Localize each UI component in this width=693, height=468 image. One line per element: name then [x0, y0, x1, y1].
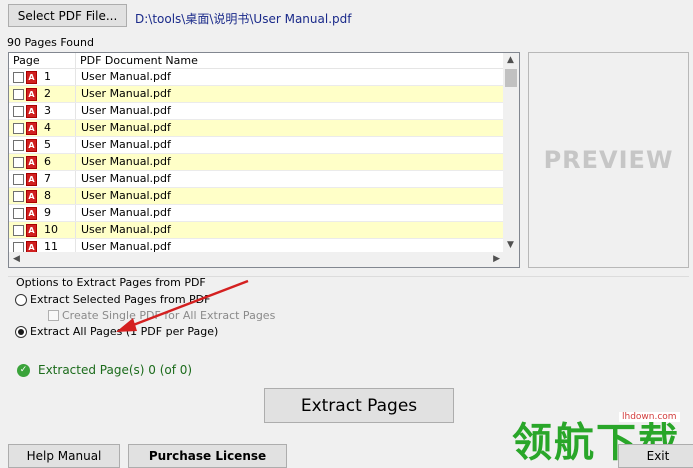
row-document-name: User Manual.pdf: [81, 223, 171, 236]
row-checkbox[interactable]: [13, 208, 24, 219]
row-page-number: 2: [44, 87, 51, 100]
row-checkbox[interactable]: [13, 72, 24, 83]
list-row[interactable]: A 4 User Manual.pdf: [9, 120, 504, 137]
horizontal-scrollbar[interactable]: ◀ ▶: [9, 252, 504, 267]
column-divider: [75, 154, 76, 170]
row-document-name: User Manual.pdf: [81, 70, 171, 83]
list-row[interactable]: A 1 User Manual.pdf: [9, 69, 504, 86]
column-divider: [75, 86, 76, 102]
purchase-license-button[interactable]: Purchase License: [128, 444, 287, 468]
column-divider: [75, 222, 76, 238]
row-page-number: 6: [44, 155, 51, 168]
column-divider: [75, 239, 76, 252]
row-checkbox[interactable]: [13, 89, 24, 100]
preview-pane: PREVIEW: [528, 52, 689, 268]
help-manual-button[interactable]: Help Manual: [8, 444, 120, 468]
pages-found-label: 90 Pages Found: [7, 36, 94, 49]
pages-list[interactable]: Page PDF Document Name A 1 User Manual.pdf…: [8, 52, 520, 268]
pdf-file-icon: A: [26, 105, 37, 118]
row-checkbox[interactable]: [13, 174, 24, 185]
column-divider: [75, 120, 76, 136]
list-row[interactable]: A 5 User Manual.pdf: [9, 137, 504, 154]
row-page-number: 10: [44, 223, 58, 236]
pdf-file-icon: A: [26, 156, 37, 169]
radio-extract-selected[interactable]: [15, 294, 27, 306]
pdf-file-icon: A: [26, 224, 37, 237]
list-row[interactable]: A 10 User Manual.pdf: [9, 222, 504, 239]
list-header: Page PDF Document Name: [9, 53, 504, 69]
scroll-down-icon[interactable]: ▼: [507, 240, 514, 250]
row-document-name: User Manual.pdf: [81, 138, 171, 151]
row-checkbox[interactable]: [13, 106, 24, 117]
row-checkbox[interactable]: [13, 157, 24, 168]
scroll-right-icon[interactable]: ▶: [493, 254, 500, 264]
row-checkbox[interactable]: [13, 225, 24, 236]
row-document-name: User Manual.pdf: [81, 121, 171, 134]
row-document-name: User Manual.pdf: [81, 172, 171, 185]
list-rows: A 1 User Manual.pdf A 2 User Manual.pdf A 3 User…: [9, 69, 504, 252]
row-document-name: User Manual.pdf: [81, 206, 171, 219]
success-check-icon: ✓: [17, 364, 30, 377]
column-divider: [75, 137, 76, 153]
radio-extract-all[interactable]: [15, 326, 27, 338]
list-row[interactable]: A 11 User Manual.pdf: [9, 239, 504, 252]
column-divider: [75, 103, 76, 119]
list-row[interactable]: A 2 User Manual.pdf: [9, 86, 504, 103]
column-divider: [75, 171, 76, 187]
radio-selected-dot: [18, 329, 24, 335]
row-page-number: 7: [44, 172, 51, 185]
row-document-name: User Manual.pdf: [81, 240, 171, 252]
select-pdf-button[interactable]: Select PDF File...: [8, 4, 127, 27]
row-checkbox[interactable]: [13, 191, 24, 202]
exit-button[interactable]: Exit: [618, 444, 693, 468]
pdf-file-icon: A: [26, 122, 37, 135]
row-checkbox[interactable]: [13, 123, 24, 134]
row-page-number: 4: [44, 121, 51, 134]
row-checkbox[interactable]: [13, 242, 24, 252]
row-checkbox[interactable]: [13, 140, 24, 151]
pdf-file-icon: A: [26, 190, 37, 203]
list-row[interactable]: A 6 User Manual.pdf: [9, 154, 504, 171]
pdf-file-icon: A: [26, 241, 37, 252]
row-page-number: 11: [44, 240, 58, 252]
row-document-name: User Manual.pdf: [81, 104, 171, 117]
vertical-scrollbar[interactable]: ▲ ▼: [503, 53, 519, 252]
pdf-file-icon: A: [26, 88, 37, 101]
list-row[interactable]: A 7 User Manual.pdf: [9, 171, 504, 188]
scroll-thumb[interactable]: [505, 69, 517, 87]
pdf-file-icon: A: [26, 173, 37, 186]
list-row[interactable]: A 9 User Manual.pdf: [9, 205, 504, 222]
preview-label: PREVIEW: [543, 146, 674, 174]
single-pdf-checkbox[interactable]: [48, 310, 59, 321]
row-document-name: User Manual.pdf: [81, 189, 171, 202]
row-page-number: 9: [44, 206, 51, 219]
watermark-url: lhdown.com: [619, 412, 680, 422]
list-row[interactable]: A 8 User Manual.pdf: [9, 188, 504, 205]
extract-pages-button[interactable]: Extract Pages: [264, 388, 454, 423]
column-header-name[interactable]: PDF Document Name: [76, 53, 504, 68]
column-divider: [75, 69, 76, 85]
row-page-number: 3: [44, 104, 51, 117]
scroll-corner: [503, 252, 519, 267]
scroll-left-icon[interactable]: ◀: [13, 254, 20, 264]
row-page-number: 1: [44, 70, 51, 83]
list-row[interactable]: A 3 User Manual.pdf: [9, 103, 504, 120]
scroll-up-icon[interactable]: ▲: [507, 55, 514, 65]
pdf-file-icon: A: [26, 139, 37, 152]
column-divider: [75, 188, 76, 204]
row-document-name: User Manual.pdf: [81, 87, 171, 100]
status-text: Extracted Page(s) 0 (of 0): [38, 363, 193, 377]
row-document-name: User Manual.pdf: [81, 155, 171, 168]
column-divider: [75, 205, 76, 221]
annotation-arrow-icon: [116, 279, 249, 332]
column-header-page[interactable]: Page: [9, 53, 76, 68]
row-page-number: 5: [44, 138, 51, 151]
file-path-label: D:\tools\桌面\说明书\User Manual.pdf: [135, 12, 352, 26]
pdf-file-icon: A: [26, 71, 37, 84]
pdf-file-icon: A: [26, 207, 37, 220]
row-page-number: 8: [44, 189, 51, 202]
